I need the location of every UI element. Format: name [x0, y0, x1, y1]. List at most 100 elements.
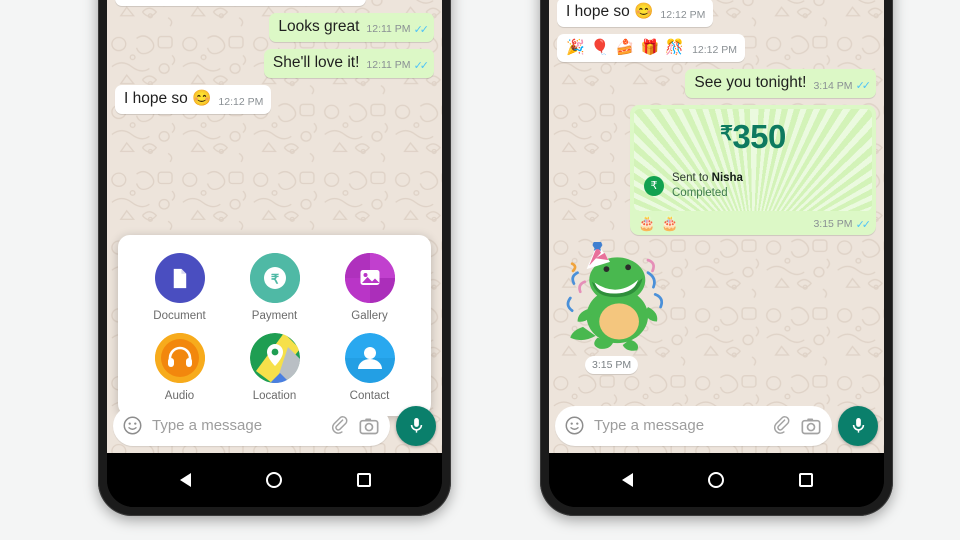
message-text: I hope so 😊	[124, 89, 212, 107]
message-text: Looks great	[278, 17, 360, 35]
outgoing-message-bubble[interactable]: See you tonight! 3:14 PM ✓✓	[685, 69, 876, 99]
payment-card: ₹350 ₹ Sent to Nisha Completed	[634, 109, 872, 211]
attachment-grid: Document ₹ Payment Gallery Audio Locatio…	[132, 253, 417, 402]
attach-option-document[interactable]: Document	[132, 253, 227, 322]
message-meta: 3:14 PM ✓✓	[813, 79, 872, 93]
left-phone-screen: Got aunty's cake! 12:10 PM Looks great 1…	[107, 0, 442, 453]
back-triangle-icon[interactable]	[178, 471, 192, 489]
message-text: See you tonight!	[694, 74, 807, 92]
attach-option-audio[interactable]: Audio	[132, 333, 227, 402]
message-input-pill[interactable]: Type a message	[113, 405, 390, 446]
recents-square-icon[interactable]	[798, 473, 813, 487]
right-phone-frame: She'll love it! 12:11 PM ✓✓ I hope so 😊 …	[540, 0, 893, 516]
right-android-navbar	[549, 453, 884, 507]
svg-text:₹: ₹	[270, 272, 279, 287]
message-meta: 3:15 PM ✓✓	[813, 218, 872, 231]
image-message-bubble[interactable]: Got aunty's cake! 12:10 PM	[115, 0, 366, 6]
left-phone-inner: Got aunty's cake! 12:10 PM Looks great 1…	[107, 0, 442, 507]
payment-amount: ₹350	[644, 118, 862, 156]
message-text: 🎉 🎈 🍰 🎁 🎊	[566, 38, 686, 56]
sticker-message[interactable]: 3:15 PM	[557, 241, 876, 374]
payment-details-row: ₹ Sent to Nisha Completed	[644, 171, 862, 201]
attach-label: Location	[252, 390, 297, 402]
image-caption-row: Got aunty's cake! 12:10 PM	[118, 0, 363, 2]
party-dinosaur-sticker	[566, 241, 664, 351]
currency-symbol: ₹	[720, 123, 733, 146]
incoming-message-bubble[interactable]: I hope so 😊 12:12 PM	[557, 0, 714, 27]
attach-label: Document	[153, 310, 206, 322]
message-text: I hope so 😊	[566, 2, 654, 20]
timestamp: 12:11 PM	[366, 23, 411, 36]
voice-record-button[interactable]	[396, 405, 436, 446]
payment-status: Completed	[672, 186, 728, 199]
attach-option-contact[interactable]: Contact	[322, 333, 417, 402]
paperclip-icon[interactable]	[772, 415, 792, 436]
home-circle-icon[interactable]	[265, 472, 282, 488]
document-icon	[154, 253, 205, 303]
attach-label: Payment	[251, 310, 298, 322]
emoji-smiley-icon[interactable]	[564, 415, 585, 436]
microphone-icon	[410, 418, 422, 433]
message-row: See you tonight! 3:14 PM ✓✓	[557, 69, 876, 99]
sent-to-label: Sent to	[672, 171, 712, 184]
recipient-name: Nisha	[711, 171, 743, 184]
message-input-pill[interactable]: Type a message	[555, 405, 832, 446]
outgoing-message-bubble[interactable]: She'll love it! 12:11 PM ✓✓	[263, 48, 434, 78]
person-icon	[344, 333, 395, 383]
message-meta: 12:12 PM	[218, 96, 263, 108]
amount-value: 350	[732, 118, 786, 156]
home-circle-icon[interactable]	[707, 472, 724, 488]
headphones-icon	[154, 333, 205, 383]
read-receipt-icon: ✓✓	[855, 80, 872, 93]
timestamp: 12:12 PM	[692, 44, 738, 57]
message-text: She'll love it!	[272, 53, 360, 71]
sticker-timestamp: 3:15 PM	[585, 355, 639, 374]
voice-record-button[interactable]	[838, 405, 878, 446]
attach-option-payment[interactable]: ₹ Payment	[227, 253, 322, 322]
rupee-icon: ₹	[249, 253, 300, 303]
recents-square-icon[interactable]	[356, 473, 371, 487]
attachment-panel[interactable]: Document ₹ Payment Gallery Audio Locatio…	[118, 235, 431, 416]
timestamp: 3:14 PM	[813, 79, 853, 92]
message-meta: 12:12 PM	[692, 44, 737, 56]
attach-label: Gallery	[351, 310, 388, 322]
outgoing-message-bubble[interactable]: Looks great 12:11 PM ✓✓	[269, 12, 434, 42]
message-meta: 12:11 PM ✓✓	[366, 23, 429, 36]
timestamp: 12:12 PM	[660, 8, 706, 21]
incoming-emoji-bubble[interactable]: 🎉 🎈 🍰 🎁 🎊 12:12 PM	[557, 33, 746, 63]
message-row: Got aunty's cake! 12:10 PM	[115, 0, 434, 6]
timestamp: 12:12 PM	[218, 95, 264, 108]
emoji-smiley-icon[interactable]	[122, 415, 143, 436]
right-phone-inner: She'll love it! 12:11 PM ✓✓ I hope so 😊 …	[549, 0, 884, 507]
payment-text-block: Sent to Nisha Completed	[672, 171, 743, 201]
payment-message-bubble[interactable]: ₹350 ₹ Sent to Nisha Completed 🎂 🎂 3:15 …	[630, 105, 876, 235]
attach-option-gallery[interactable]: Gallery	[322, 253, 417, 322]
payment-emoji: 🎂 🎂	[638, 214, 680, 231]
message-row: I hope so 😊 12:12 PM	[557, 0, 876, 27]
microphone-icon	[852, 418, 864, 433]
back-triangle-icon[interactable]	[620, 471, 634, 489]
location-pin-icon	[249, 333, 300, 383]
read-receipt-icon: ✓✓	[855, 218, 872, 231]
camera-icon[interactable]	[359, 416, 379, 436]
read-receipt-icon: ✓✓	[413, 59, 430, 72]
attach-option-location[interactable]: Location	[227, 333, 322, 402]
left-input-bar: Type a message	[107, 403, 442, 453]
right-chat-thread[interactable]: She'll love it! 12:11 PM ✓✓ I hope so 😊 …	[549, 0, 884, 453]
paperclip-icon[interactable]	[330, 415, 350, 436]
incoming-message-bubble[interactable]: I hope so 😊 12:12 PM	[115, 84, 272, 114]
message-input-placeholder[interactable]: Type a message	[594, 417, 763, 434]
left-phone-frame: Got aunty's cake! 12:10 PM Looks great 1…	[98, 0, 451, 516]
message-row: I hope so 😊 12:12 PM	[115, 84, 434, 114]
gallery-icon	[344, 253, 395, 303]
left-android-navbar	[107, 453, 442, 507]
timestamp: 12:11 PM	[366, 59, 411, 72]
camera-icon[interactable]	[801, 416, 821, 436]
payment-recipient-line: Sent to Nisha	[672, 171, 743, 186]
message-meta: 12:11 PM ✓✓	[366, 59, 430, 72]
message-meta: 12:12 PM	[660, 9, 705, 21]
payment-footer: 🎂 🎂 3:15 PM ✓✓	[634, 211, 872, 232]
right-input-bar: Type a message	[549, 403, 884, 453]
message-row: 🎉 🎈 🍰 🎁 🎊 12:12 PM	[557, 33, 876, 63]
message-input-placeholder[interactable]: Type a message	[152, 417, 321, 434]
